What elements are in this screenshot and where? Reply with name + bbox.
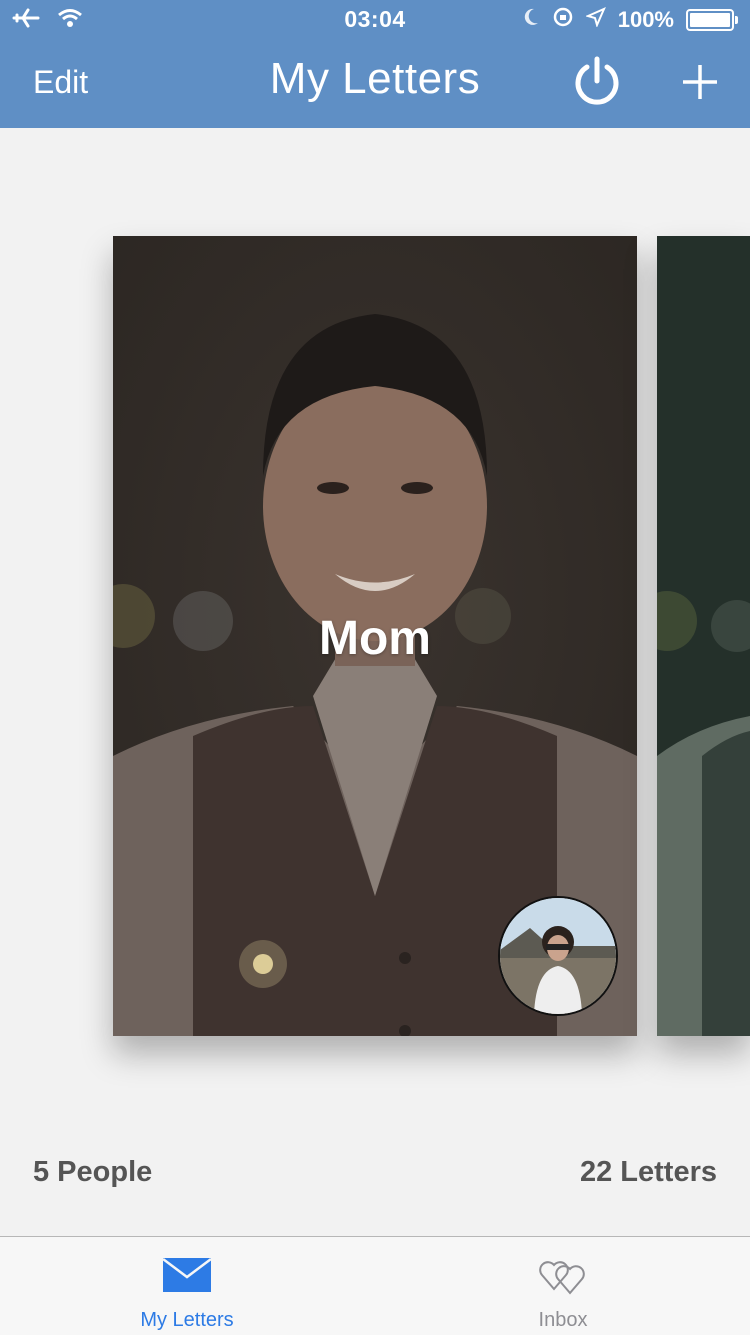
letters-count: 22 Letters xyxy=(579,1156,717,1188)
orientation-lock-icon xyxy=(552,6,574,33)
battery-icon xyxy=(686,8,738,31)
location-icon xyxy=(584,7,606,32)
moon-icon xyxy=(522,7,540,32)
tab-inbox[interactable]: Inbox xyxy=(438,1237,688,1335)
envelope-icon xyxy=(162,1255,212,1295)
tab-inbox-label: Inbox xyxy=(538,1309,588,1331)
recipient-avatar xyxy=(498,896,618,1016)
add-icon[interactable] xyxy=(680,62,720,102)
battery-percent: 100% xyxy=(617,6,674,32)
status-bar: 03:04 100% xyxy=(0,0,750,40)
tab-bar: My Letters Inbox xyxy=(0,1236,750,1335)
next-letter-card[interactable] xyxy=(657,236,750,1036)
navigation-bar: Edit My Letters xyxy=(0,40,750,128)
letter-card[interactable]: Mom xyxy=(113,236,637,1036)
next-card-photo xyxy=(657,236,750,1036)
tab-my-letters-label: My Letters xyxy=(140,1309,234,1331)
page-title: My Letters xyxy=(269,54,481,103)
power-icon[interactable] xyxy=(570,54,624,108)
people-count: 5 People xyxy=(33,1156,153,1188)
hearts-icon xyxy=(538,1255,588,1295)
tab-my-letters[interactable]: My Letters xyxy=(62,1237,312,1335)
card-recipient-name: Mom xyxy=(319,612,431,665)
top-bar: 03:04 100% Edit My Letters xyxy=(0,0,750,128)
summary-row: 5 People 22 Letters xyxy=(0,1150,750,1200)
